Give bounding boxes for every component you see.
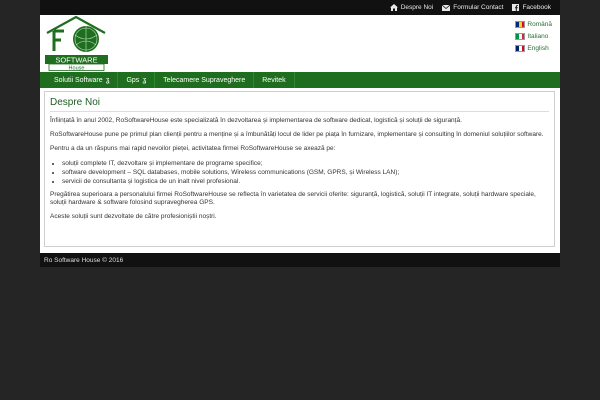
topbar-link-despre-noi[interactable]: Despre Noi (389, 4, 434, 11)
lang-label: English (527, 45, 549, 52)
topbar-link-label: Facebook (522, 4, 551, 11)
logo-text-house: House (69, 66, 85, 72)
paragraph-closing: Aceste soluții sunt dezvoltate de către … (50, 213, 217, 220)
lang-label: Italiano (527, 33, 549, 40)
paragraph-services: Pregătirea superioara a personalului fir… (50, 191, 536, 206)
chevron-down-icon: ʓ (142, 76, 147, 84)
nav-item-gps[interactable]: Gps ʓ (118, 72, 156, 88)
topbar-link-label: Formular Contact (453, 4, 504, 11)
lang-label: Română (527, 21, 552, 28)
paragraph-focus: Pentru a da un răspuns mai rapid nevoilo… (50, 145, 336, 152)
nav-item-label: Gps (126, 76, 140, 84)
top-bar: Despre Noi Formular Contact Facebook (40, 0, 560, 15)
main-nav: Solutii Software ʓ Gps ʓ Telecamere Supr… (40, 72, 560, 88)
language-selector: Română Italiano English (515, 21, 552, 52)
uk-flag-icon (515, 45, 526, 52)
topbar-link-label: Despre Noi (400, 4, 434, 11)
logo-text-software: SOFTWARE (55, 56, 97, 65)
topbar-link-facebook[interactable]: Facebook (512, 4, 551, 11)
footer: Ro Software House © 2016 (40, 253, 560, 267)
topbar-link-formular-contact[interactable]: Formular Contact (442, 4, 503, 11)
about-panel: Despre Noi Înființată în anul 2002, RoSo… (44, 91, 555, 247)
italy-flag-icon (515, 33, 526, 40)
copyright-text: Ro Software House © 2016 (44, 256, 124, 264)
header: SOFTWARE House Română Italiano English (40, 15, 560, 72)
nav-item-telecamere-supraveghere[interactable]: Telecamere Supraveghere (155, 72, 255, 88)
nav-item-solutii-software[interactable]: Solutii Software ʓ (46, 72, 119, 88)
nav-item-label: Telecamere Supraveghere (163, 76, 246, 84)
envelope-icon (442, 4, 451, 11)
chevron-down-icon: ʓ (105, 76, 110, 84)
focus-list: soluții complete IT, dezvoltare și imple… (50, 159, 549, 186)
page-title: Despre Noi (50, 97, 549, 112)
paragraph-clients: RoSoftwareHouse pune pe primul plan clie… (50, 131, 544, 138)
facebook-icon (512, 4, 520, 11)
content-area: Despre Noi Înființată în anul 2002, RoSo… (40, 88, 560, 253)
lang-italiano[interactable]: Italiano (515, 33, 552, 40)
paragraph-intro: Înființată în anul 2002, RoSoftwareHouse… (50, 117, 462, 124)
nav-item-label: Solutii Software (54, 76, 103, 84)
site-logo[interactable]: SOFTWARE House (44, 15, 112, 72)
home-icon (389, 4, 398, 11)
list-item: soluții complete IT, dezvoltare și imple… (62, 159, 549, 168)
list-item: servicii de consultanta și logistica de … (62, 177, 549, 186)
list-item: software development – SQL databases, mo… (62, 168, 549, 177)
nav-item-revitek[interactable]: Revitek (254, 72, 295, 88)
nav-item-label: Revitek (262, 76, 286, 84)
romania-flag-icon (515, 21, 526, 28)
lang-romana[interactable]: Română (515, 21, 552, 28)
lang-english[interactable]: English (515, 45, 552, 52)
